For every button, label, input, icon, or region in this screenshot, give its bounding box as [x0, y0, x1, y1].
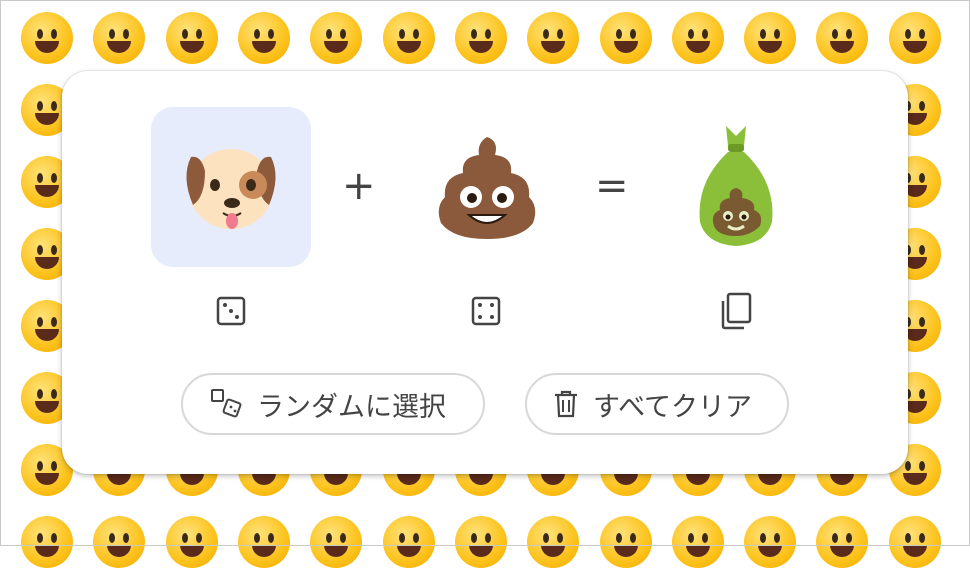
dog-face-emoji — [186, 149, 276, 229]
emoji-grid-item[interactable] — [734, 506, 806, 578]
emoji-face-icon — [454, 12, 507, 64]
emoji-face-icon — [93, 516, 146, 568]
emoji-face-icon — [93, 12, 146, 64]
emoji-grid-item[interactable] — [662, 506, 734, 578]
randomize-left-dice-icon[interactable] — [211, 291, 251, 331]
emoji-grid-item[interactable] — [806, 2, 878, 74]
result-emoji-slot[interactable] — [656, 107, 816, 267]
emoji-grid-item[interactable] — [83, 506, 155, 578]
emoji-grid-item[interactable] — [372, 506, 444, 578]
emoji-face-icon — [527, 516, 580, 568]
emoji-face-icon — [744, 12, 797, 64]
emoji-face-icon — [454, 516, 507, 568]
emoji-grid-item[interactable] — [83, 2, 155, 74]
emoji-face-icon — [888, 12, 941, 64]
emoji-grid-item[interactable] — [517, 2, 589, 74]
emoji-grid-item[interactable] — [445, 506, 517, 578]
emoji-grid-item[interactable] — [589, 506, 661, 578]
emoji-face-icon — [310, 516, 363, 568]
emoji-face-icon — [310, 12, 363, 64]
emoji-grid-item[interactable] — [879, 506, 951, 578]
emoji-face-icon — [165, 516, 218, 568]
bagged-poo-emoji — [699, 126, 773, 246]
emoji-face-icon — [238, 516, 291, 568]
emoji-grid-item[interactable] — [372, 2, 444, 74]
plus-operator: + — [342, 163, 376, 209]
emoji-face-icon — [888, 516, 941, 568]
emoji-grid-item[interactable] — [228, 2, 300, 74]
emoji-face-icon — [671, 516, 724, 568]
left-emoji-slot[interactable] — [151, 107, 311, 267]
emoji-grid-item[interactable] — [156, 2, 228, 74]
emoji-face-icon — [671, 12, 724, 64]
emoji-grid-item[interactable] — [228, 506, 300, 578]
emoji-grid-item[interactable] — [517, 506, 589, 578]
emoji-face-icon — [744, 516, 797, 568]
emoji-face-icon — [382, 12, 435, 64]
right-emoji-slot[interactable] — [407, 107, 567, 267]
emoji-grid-item[interactable] — [300, 2, 372, 74]
emoji-grid-item[interactable] — [589, 2, 661, 74]
emoji-grid-item[interactable] — [11, 2, 83, 74]
emoji-grid-item[interactable] — [734, 2, 806, 74]
randomize-right-dice-icon[interactable] — [466, 291, 506, 331]
emoji-face-icon — [165, 12, 218, 64]
emoji-face-icon — [238, 12, 291, 64]
equals-operator: = — [595, 163, 629, 209]
emoji-mixer-card: + = ランダムに選択 すべてクリア — [62, 71, 908, 474]
emoji-grid-item[interactable] — [806, 506, 878, 578]
pile-of-poo-emoji — [438, 137, 536, 239]
emoji-face-icon — [21, 12, 74, 64]
emoji-face-icon — [599, 12, 652, 64]
clear-all-button[interactable]: すべてクリア — [525, 373, 789, 435]
shapes-icon — [211, 389, 242, 418]
copy-icon[interactable] — [716, 291, 756, 331]
emoji-face-icon — [21, 516, 74, 568]
clear-all-label: すべてクリア — [593, 391, 753, 423]
emoji-grid-item[interactable] — [879, 2, 951, 74]
emoji-grid-item[interactable] — [662, 2, 734, 74]
emoji-grid-item[interactable] — [156, 506, 228, 578]
emoji-face-icon — [527, 12, 580, 64]
emoji-face-icon — [816, 12, 869, 64]
emoji-grid-item[interactable] — [445, 2, 517, 74]
random-select-label: ランダムに選択 — [257, 391, 446, 423]
random-select-button[interactable]: ランダムに選択 — [181, 373, 485, 435]
trash-icon — [555, 390, 577, 418]
emoji-face-icon — [599, 516, 652, 568]
emoji-face-icon — [382, 516, 435, 568]
emoji-grid-item[interactable] — [11, 506, 83, 578]
emoji-grid-item[interactable] — [300, 506, 372, 578]
emoji-face-icon — [816, 516, 869, 568]
